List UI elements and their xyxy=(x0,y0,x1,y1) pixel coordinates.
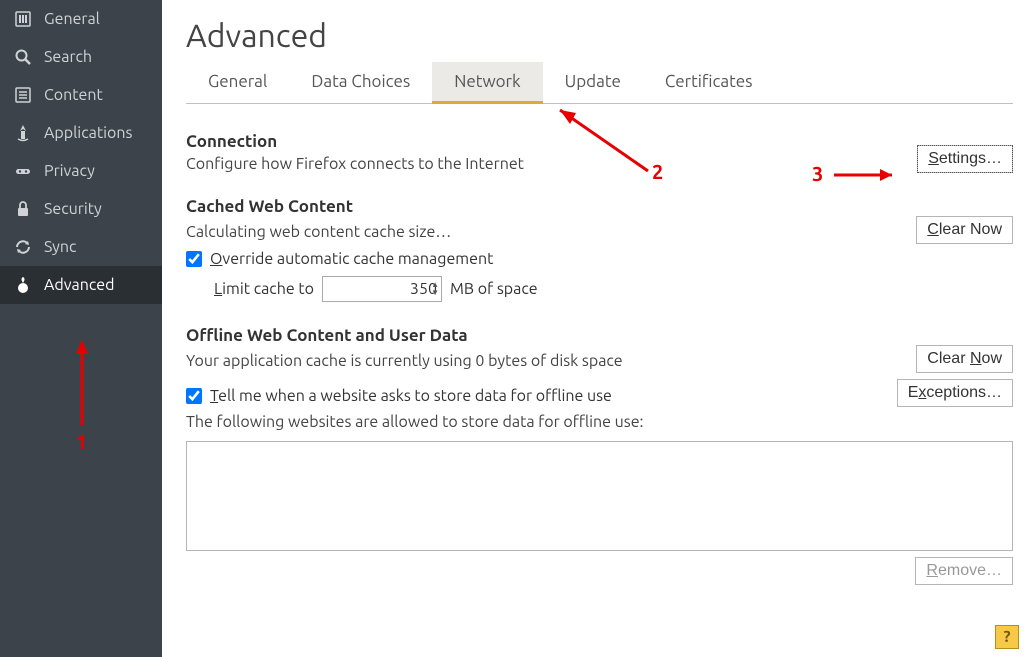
tabs: General Data Choices Network Update Cert… xyxy=(186,62,1013,104)
sidebar-item-applications[interactable]: Applications xyxy=(0,114,162,152)
general-icon xyxy=(14,10,32,28)
sidebar-item-label: Applications xyxy=(44,124,132,142)
tell-me-checkbox[interactable] xyxy=(186,388,202,404)
exceptions-button[interactable]: Exceptions… xyxy=(897,379,1013,407)
sidebar-item-sync[interactable]: Sync xyxy=(0,228,162,266)
override-cache-checkbox[interactable] xyxy=(186,251,202,267)
sidebar-item-advanced[interactable]: Advanced xyxy=(0,266,162,304)
limit-suffix: MB of space xyxy=(450,280,538,298)
override-cache-label[interactable]: Override automatic cache management xyxy=(210,250,493,268)
allowed-label: The following websites are allowed to st… xyxy=(186,413,1013,431)
sidebar-item-label: General xyxy=(44,10,100,28)
sidebar-item-general[interactable]: General xyxy=(0,0,162,38)
remove-button: Remove… xyxy=(915,557,1013,585)
tab-general[interactable]: General xyxy=(186,62,289,103)
page-title: Advanced xyxy=(186,18,1013,54)
privacy-icon xyxy=(14,162,32,180)
lock-icon xyxy=(14,200,32,218)
sidebar-item-label: Content xyxy=(44,86,103,104)
limit-prefix: Limit cache to xyxy=(214,280,314,298)
section-cached: Cached Web Content Calculating web conte… xyxy=(186,197,1013,302)
sidebar-item-security[interactable]: Security xyxy=(0,190,162,228)
connection-heading: Connection xyxy=(186,132,524,151)
offline-heading: Offline Web Content and User Data xyxy=(186,326,1013,345)
tab-certificates[interactable]: Certificates xyxy=(643,62,775,103)
connection-desc: Configure how Firefox connects to the In… xyxy=(186,155,524,173)
applications-icon xyxy=(14,124,32,142)
section-connection: Connection Configure how Firefox connect… xyxy=(186,132,1013,173)
offline-status: Your application cache is currently usin… xyxy=(186,352,623,370)
content-icon xyxy=(14,86,32,104)
clear-cache-button[interactable]: Clear Now xyxy=(916,216,1013,244)
sidebar-item-label: Search xyxy=(44,48,92,66)
clear-offline-button[interactable]: Clear Now xyxy=(916,345,1013,373)
search-icon xyxy=(14,48,32,66)
tab-network[interactable]: Network xyxy=(432,62,542,104)
tell-me-label[interactable]: Tell me when a website asks to store dat… xyxy=(210,387,612,405)
sidebar-item-label: Advanced xyxy=(44,276,114,294)
cache-limit-input[interactable]: 350 ▲▼ xyxy=(322,276,442,302)
sidebar-item-search[interactable]: Search xyxy=(0,38,162,76)
tab-data-choices[interactable]: Data Choices xyxy=(289,62,432,103)
settings-button[interactable]: Settings… xyxy=(917,145,1013,173)
section-offline: Offline Web Content and User Data Your a… xyxy=(186,326,1013,585)
sidebar-item-content[interactable]: Content xyxy=(0,76,162,114)
cached-status: Calculating web content cache size… xyxy=(186,223,451,241)
help-button[interactable]: ? xyxy=(995,625,1019,649)
sidebar-item-privacy[interactable]: Privacy xyxy=(0,152,162,190)
cached-heading: Cached Web Content xyxy=(186,197,1013,216)
sidebar-item-label: Sync xyxy=(44,238,76,256)
main-pane: Advanced General Data Choices Network Up… xyxy=(162,0,1027,657)
offline-sites-list[interactable] xyxy=(186,441,1013,551)
sidebar-item-label: Security xyxy=(44,200,102,218)
sidebar: General Search Content Applications Priv… xyxy=(0,0,162,657)
advanced-icon xyxy=(14,276,32,294)
spin-arrows-icon[interactable]: ▲▼ xyxy=(427,279,439,299)
limit-cache-row: Limit cache to 350 ▲▼ MB of space xyxy=(214,276,1013,302)
sync-icon xyxy=(14,238,32,256)
tab-update[interactable]: Update xyxy=(543,62,643,103)
sidebar-item-label: Privacy xyxy=(44,162,95,180)
